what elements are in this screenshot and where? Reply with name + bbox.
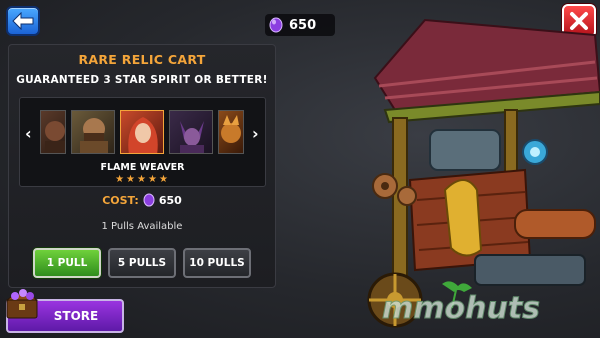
spirit-portrait[interactable] <box>71 110 115 154</box>
back-button[interactable] <box>6 6 40 36</box>
spirit-carousel: ‹ › FLAME WEAVER ★★★★★ <box>19 97 266 187</box>
spirit-portrait-selected[interactable] <box>120 110 164 154</box>
panel-subtitle: GUARANTEED 3 STAR SPIRIT OR BETTER! <box>16 74 268 86</box>
mmohuts-watermark-logo: mmohuts <box>382 281 541 326</box>
gem-chest-icon <box>5 289 39 319</box>
spirit-portrait[interactable] <box>169 110 213 154</box>
cost-value: 650 <box>158 193 182 207</box>
gem-balance: 650 <box>265 14 335 36</box>
pulls-available-text: 1 Pulls Available <box>101 221 183 232</box>
gem-count: 650 <box>289 17 317 33</box>
pull-10-button[interactable]: 10 PULLS <box>183 248 251 278</box>
store-label: STORE <box>53 309 99 323</box>
purple-gem-icon <box>269 17 283 33</box>
pull-5-button[interactable]: 5 PULLS <box>108 248 176 278</box>
left-arrow-icon <box>12 12 34 30</box>
pull-1-button[interactable]: 1 PULL <box>33 248 101 278</box>
panel-title: RARE RELIC CART <box>78 52 206 67</box>
spirit-portrait[interactable] <box>218 110 244 154</box>
cost-label: COST: <box>102 193 139 207</box>
svg-text:mmohuts: mmohuts <box>382 291 540 326</box>
spirit-star-rating: ★★★★★ <box>115 174 170 185</box>
spirit-portrait[interactable] <box>40 110 66 154</box>
carousel-next-icon[interactable]: › <box>252 124 259 143</box>
spirit-name: FLAME WEAVER <box>100 162 185 173</box>
cost-row: COST: 650 <box>9 193 275 207</box>
relic-cart-panel: RARE RELIC CART GUARANTEED 3 STAR SPIRIT… <box>8 44 276 288</box>
carousel-prev-icon[interactable]: ‹ <box>25 124 32 143</box>
purple-gem-icon <box>143 193 155 207</box>
